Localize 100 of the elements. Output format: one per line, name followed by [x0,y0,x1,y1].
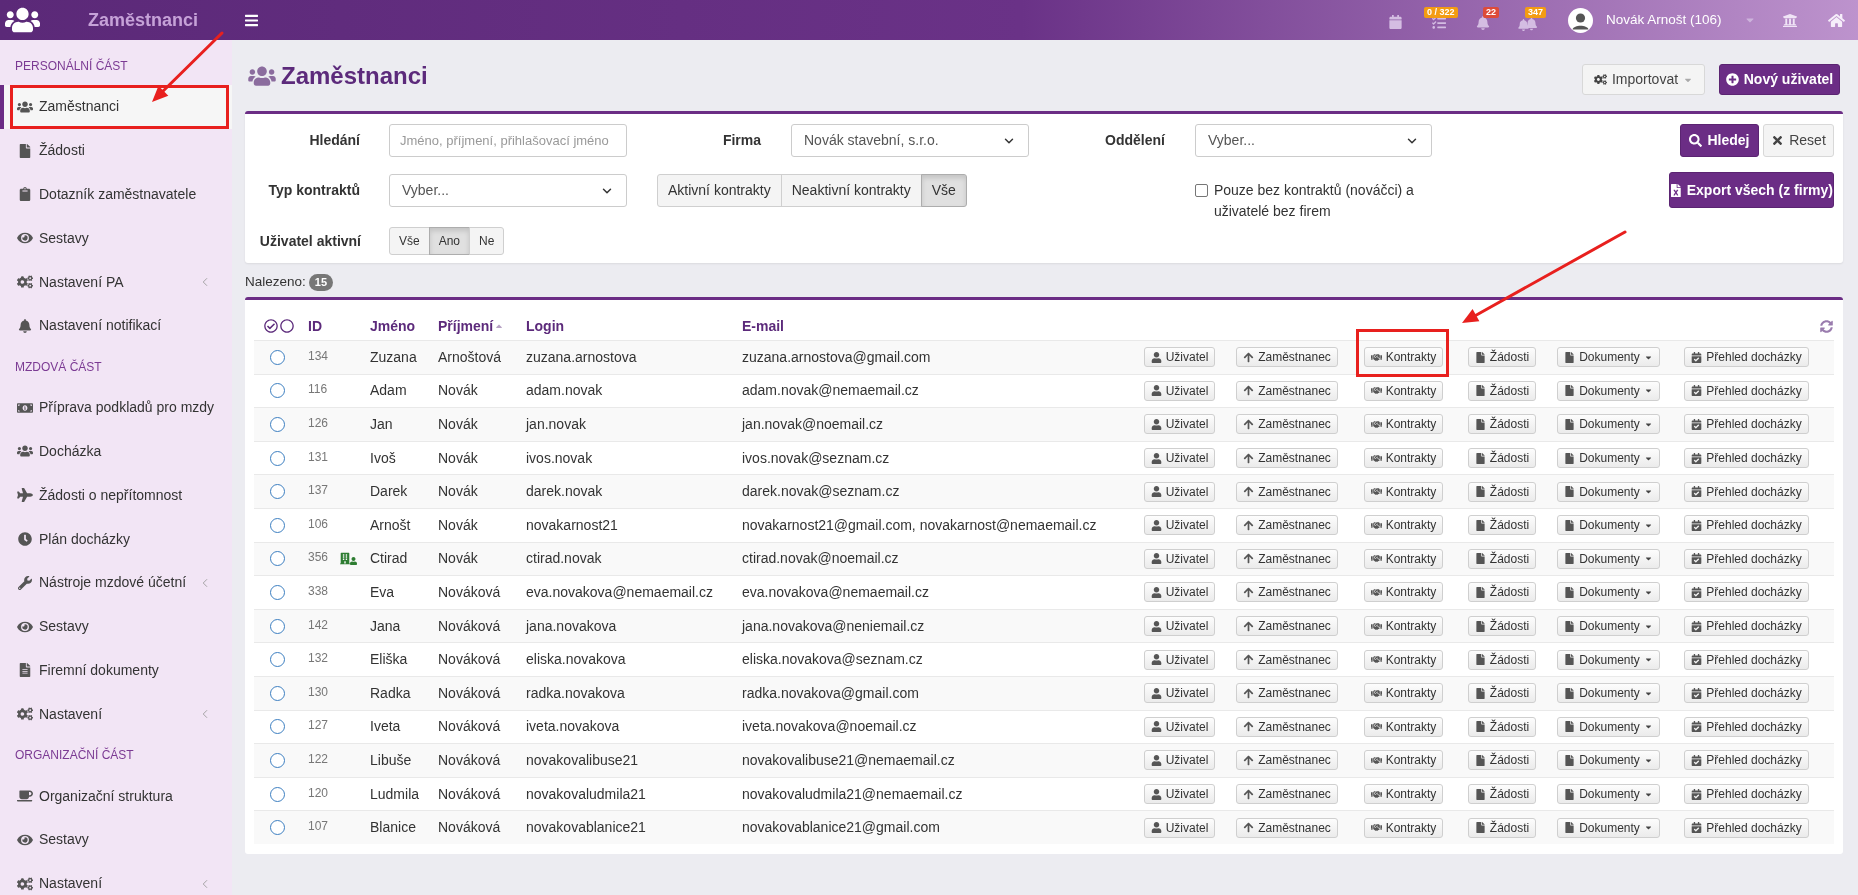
sidebar-item[interactable]: Zaměstnanci [0,85,232,129]
action-button[interactable]: Uživatel [1143,817,1216,838]
action-button[interactable]: Uživatel [1143,683,1216,704]
toggle-button[interactable]: Aktivní kontrakty [657,174,782,207]
action-button[interactable]: Nový uživatel [1719,64,1840,95]
action-button[interactable]: Kontrakty [1363,817,1444,838]
action-button[interactable]: Přehled docházky [1684,548,1809,569]
action-button[interactable]: Kontrakty [1363,683,1444,704]
action-button[interactable]: Kontrakty [1363,750,1444,771]
action-button[interactable]: Zaměstnanec [1236,817,1338,838]
sidebar-item[interactable]: Sestavy [0,817,232,862]
refresh-icon[interactable] [1819,319,1833,333]
column-header[interactable]: E-mail [742,315,784,337]
action-button[interactable]: Zaměstnanec [1236,515,1338,536]
action-button[interactable]: Zaměstnanec [1236,548,1338,569]
action-button[interactable]: Kontrakty [1363,380,1444,401]
sidebar-item[interactable]: Plán docházky [0,517,232,561]
sidebar-item[interactable]: Nastavení notifikací [0,304,232,348]
action-button[interactable]: Přehled docházky [1684,448,1809,469]
action-button[interactable]: Uživatel [1143,649,1216,670]
action-button[interactable]: Kontrakty [1363,616,1444,637]
action-button[interactable]: Uživatel [1143,347,1216,368]
action-button[interactable]: Zaměstnanec [1236,784,1338,804]
action-button[interactable]: Uživatel [1143,448,1216,469]
checklist-icon[interactable] [1432,16,1446,30]
bank-icon[interactable] [1782,12,1798,28]
action-button[interactable]: Kontrakty [1363,548,1444,569]
action-button[interactable]: Žádosti [1467,548,1537,569]
action-button[interactable]: Přehled docházky [1684,784,1809,804]
column-header[interactable]: Jméno [370,315,416,337]
action-button[interactable]: Zaměstnanec [1236,750,1338,771]
dropdown-button[interactable]: Dokumenty [1557,414,1660,435]
action-button[interactable]: Kontrakty [1363,481,1444,502]
radio-button[interactable] [269,719,285,735]
avatar-icon[interactable] [1568,7,1593,33]
action-button[interactable]: Kontrakty [1363,347,1444,368]
action-button[interactable]: Přehled docházky [1684,683,1809,704]
action-button[interactable]: Zaměstnanec [1236,380,1338,401]
action-button[interactable]: Žádosti [1467,683,1537,704]
action-button[interactable]: Přehled docházky [1684,414,1809,435]
sidebar-item[interactable]: Sestavy [0,216,232,261]
toggle-button[interactable]: Ano [428,227,471,255]
action-button[interactable]: Kontrakty [1363,716,1444,737]
action-button[interactable]: Kontrakty [1363,582,1444,603]
radio-button[interactable] [269,820,285,836]
radio-button[interactable] [269,685,285,701]
column-header[interactable]: Příjmení [438,315,505,337]
people-logo-icon[interactable] [5,6,40,34]
action-button[interactable]: Žádosti [1467,716,1537,737]
radio-button[interactable] [269,383,285,399]
action-button[interactable]: Žádosti [1467,515,1537,536]
action-button[interactable]: Zaměstnanec [1236,481,1338,502]
action-button[interactable]: Uživatel [1143,716,1216,737]
action-button[interactable]: Zaměstnanec [1236,414,1338,435]
action-button[interactable]: Kontrakty [1363,448,1444,469]
action-button[interactable]: Přehled docházky [1684,649,1809,670]
dropdown-button[interactable]: Dokumenty [1557,716,1660,737]
sidebar-item[interactable]: Docházka [0,429,232,474]
sidebar-item[interactable]: Nastavení [0,861,232,895]
action-button[interactable]: Přehled docházky [1684,817,1809,838]
sidebar-item[interactable]: Příprava podkladů pro mzdy [0,385,232,430]
action-button[interactable]: Přehled docházky [1684,582,1809,603]
radio-button[interactable] [269,417,285,432]
sidebar-item[interactable]: Žádosti o nepřítomnost [0,473,232,518]
select-field[interactable]: Vyber... [389,174,627,207]
action-button[interactable]: Kontrakty [1363,784,1444,804]
bells-icon[interactable] [1517,15,1537,31]
action-button[interactable]: Přehled docházky [1684,515,1809,536]
select-field[interactable]: Vyber... [1195,124,1432,157]
dropdown-button[interactable]: Dokumenty [1557,515,1660,536]
calendar-icon[interactable] [1388,15,1402,29]
dropdown-button[interactable]: Dokumenty [1557,750,1660,771]
action-button[interactable]: Uživatel [1143,582,1216,603]
action-button[interactable]: Kontrakty [1363,414,1444,435]
action-button[interactable]: Přehled docházky [1684,347,1809,368]
action-button[interactable]: Zaměstnanec [1236,448,1338,469]
sidebar-item[interactable]: Firemní dokumenty [0,648,232,693]
action-button[interactable]: Přehled docházky [1684,616,1809,637]
action-button[interactable]: Přehled docházky [1684,481,1809,502]
menu-icon[interactable] [245,12,258,28]
action-button[interactable]: Kontrakty [1363,515,1444,536]
dropdown-button[interactable]: Dokumenty [1557,380,1660,401]
action-button[interactable]: Žádosti [1467,448,1537,469]
sidebar-item[interactable]: Nastavení [0,692,232,737]
dropdown-button[interactable]: Importovat [1582,64,1705,95]
column-header[interactable]: ID [308,315,322,337]
action-button[interactable]: Export všech (z firmy) [1669,172,1834,208]
toggle-button[interactable]: Vše [389,227,430,255]
dropdown-button[interactable]: Dokumenty [1557,548,1660,569]
action-button[interactable]: Uživatel [1143,784,1216,804]
sidebar-item[interactable]: Dotazník zaměstnavatele [0,172,232,217]
action-button[interactable]: Uživatel [1143,548,1216,569]
radio-button[interactable] [269,551,285,567]
dropdown-button[interactable]: Dokumenty [1557,448,1660,469]
radio-button[interactable] [269,652,285,668]
dropdown-button[interactable]: Dokumenty [1557,481,1660,502]
toggle-button[interactable]: Vše [920,174,967,207]
dropdown-button[interactable]: Dokumenty [1557,649,1660,670]
checkbox[interactable] [1194,184,1208,197]
action-button[interactable]: Žádosti [1467,582,1537,603]
